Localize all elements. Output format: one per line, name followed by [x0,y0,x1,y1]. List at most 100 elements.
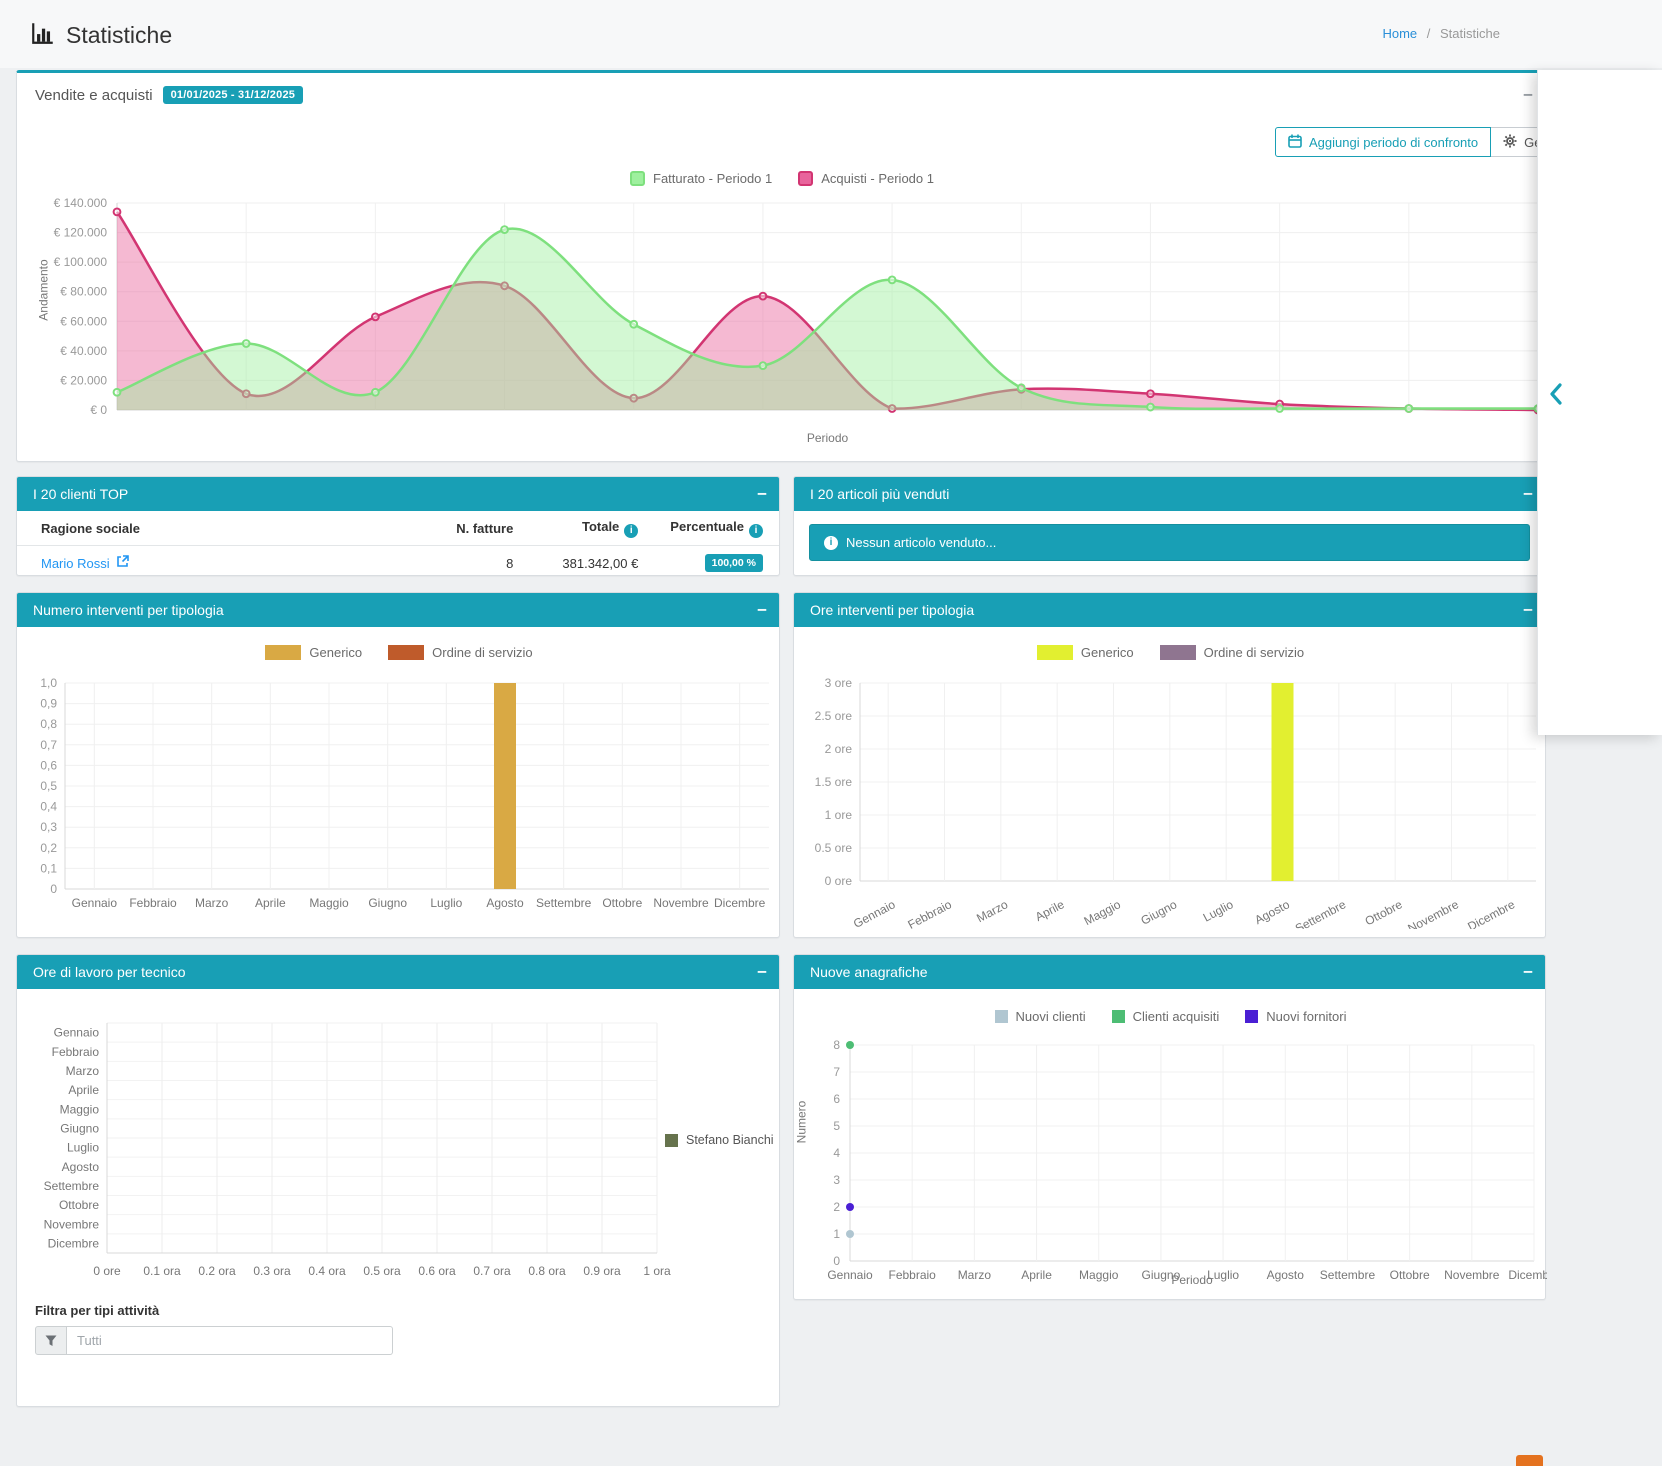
point-nuovi-fornitori[interactable] [846,1203,854,1211]
legend-label: Generico [1081,645,1134,660]
info-icon[interactable]: i [749,524,763,538]
add-comparison-period-button[interactable]: Aggiungi periodo di confronto [1275,127,1491,157]
svg-text:3: 3 [833,1173,840,1187]
svg-text:Giugno: Giugno [368,896,407,910]
info-icon[interactable]: i [624,524,638,538]
panel-top-clients-header: I 20 clienti TOP − [17,477,779,511]
chevron-left-icon[interactable] [1548,382,1564,411]
bar-chart-icon [30,20,56,51]
panel-nuove-anagrafiche-title: Nuove anagrafiche [810,964,928,980]
date-range-badge: 01/01/2025 - 31/12/2025 [163,86,303,104]
svg-text:€ 40.000: € 40.000 [60,344,107,358]
legend-swatch [1160,645,1196,660]
svg-text:0.7 ora: 0.7 ora [473,1264,511,1278]
activity-filter-input[interactable] [67,1326,393,1355]
breadcrumb-home-link[interactable]: Home [1382,26,1417,41]
client-link[interactable]: Mario Rossi [41,555,129,571]
data-point-Giugno[interactable] [760,293,767,300]
svg-text:Aprile: Aprile [1033,897,1067,924]
ore-chart-legend: Generico Ordine di servizio [794,645,1547,660]
collapse-icon[interactable]: − [757,486,767,503]
col-n-fatture: N. fatture [409,511,529,546]
panel-top-articles-title: I 20 articoli più venduti [810,486,949,502]
table-row: Mario Rossi 8 381.342,00 € 100,00 % [17,546,779,581]
svg-text:Ottobre: Ottobre [1363,897,1405,928]
data-point-Marzo[interactable] [372,313,379,320]
collapse-icon[interactable]: − [1523,87,1533,104]
data-point-Settembre[interactable] [1147,390,1154,397]
data-point-Gennaio[interactable] [114,389,121,396]
svg-text:Gennaio: Gennaio [54,1026,100,1040]
data-point-Marzo[interactable] [372,389,379,396]
collapse-icon[interactable]: − [1523,964,1533,981]
col-percentuale: Percentualei [654,511,779,546]
data-point-Agosto[interactable] [1018,384,1025,391]
legend-item[interactable]: Generico [265,645,362,660]
legend-label: Stefano Bianchi [686,1133,774,1147]
calendar-icon [1288,134,1302,151]
data-point-Ottobre[interactable] [1276,405,1283,412]
collapse-icon[interactable]: − [1523,602,1533,619]
svg-text:0,4: 0,4 [40,800,57,814]
statistics-page: Statistiche Home / Statistiche Vendite e… [0,0,1662,1466]
data-point-Novembre[interactable] [1405,405,1412,412]
collapse-icon[interactable]: − [757,964,767,981]
legend-item[interactable]: Clienti acquisiti [1112,1009,1220,1024]
vendite-acquisti-chart: € 140.000€ 120.000€ 100.000€ 80.000€ 60.… [17,191,1547,426]
bar-generico-Agosto[interactable] [494,683,516,889]
svg-text:Febbraio: Febbraio [52,1045,100,1059]
point-nuovi-clienti[interactable] [846,1230,854,1238]
legend-label: Nuovi clienti [1016,1009,1086,1024]
legend-label: Ordine di servizio [1204,645,1304,660]
panel-ore-interventi: Ore interventi per tipologia − Generico O… [793,592,1546,938]
svg-text:Maggio: Maggio [60,1102,100,1116]
svg-text:Marzo: Marzo [974,897,1010,925]
page-title: Statistiche [66,22,172,49]
svg-text:1: 1 [833,1227,840,1241]
legend-swatch [1245,1010,1258,1023]
data-point-Giugno[interactable] [760,362,767,369]
legend-item[interactable]: Nuovi clienti [995,1009,1086,1024]
svg-text:Agosto: Agosto [486,896,524,910]
data-point-Maggio[interactable] [630,321,637,328]
info-icon: i [824,536,838,550]
legend-item[interactable]: Generico [1037,645,1134,660]
svg-text:Settembre: Settembre [44,1179,100,1193]
panel-ore-lavoro-header: Ore di lavoro per tecnico − [17,955,779,989]
app-header: Statistiche Home / Statistiche [0,0,1662,68]
svg-text:Dicembre: Dicembre [1465,897,1517,929]
panel-ore-interventi-title: Ore interventi per tipologia [810,602,974,618]
collapse-icon[interactable]: − [1523,486,1533,503]
legend-label: Fatturato - Periodo 1 [653,171,772,186]
legend-item[interactable]: Nuovi fornitori [1245,1009,1346,1024]
point-clienti-acquisiti[interactable] [846,1041,854,1049]
legend-item[interactable]: Fatturato - Periodo 1 [630,171,772,186]
svg-text:0,6: 0,6 [40,758,57,772]
svg-text:Novembre: Novembre [653,896,709,910]
svg-text:Novembre: Novembre [44,1217,100,1231]
data-point-Gennaio[interactable] [114,208,121,215]
svg-text:Aprile: Aprile [68,1083,99,1097]
svg-text:6: 6 [833,1092,840,1106]
breadcrumb: Home / Statistiche [1280,26,1500,41]
legend-item[interactable]: Ordine di servizio [388,645,532,660]
legend-swatch [798,171,813,186]
ore-lavoro-chart: 0 ore0.1 ora0.2 ora0.3 ora0.4 ora0.5 ora… [17,1011,781,1301]
data-point-Settembre[interactable] [1147,404,1154,411]
bar-generico-Agosto[interactable] [1272,683,1294,881]
data-point-Aprile[interactable] [501,226,508,233]
svg-text:Luglio: Luglio [1201,897,1236,925]
legend-item[interactable]: Ordine di servizio [1160,645,1304,660]
svg-text:0: 0 [50,882,57,896]
legend-item[interactable]: Acquisti - Periodo 1 [798,171,934,186]
data-point-Luglio[interactable] [889,276,896,283]
svg-text:0.8 ora: 0.8 ora [528,1264,566,1278]
svg-text:0.3 ora: 0.3 ora [253,1264,291,1278]
svg-text:Marzo: Marzo [195,896,229,910]
data-point-Febbraio[interactable] [243,340,250,347]
svg-text:0.1 ora: 0.1 ora [143,1264,181,1278]
panel-ore-interventi-header: Ore interventi per tipologia − [794,593,1545,627]
client-total: 381.342,00 € [529,546,654,581]
toast-sliver[interactable] [1516,1455,1543,1466]
collapse-icon[interactable]: − [757,602,767,619]
